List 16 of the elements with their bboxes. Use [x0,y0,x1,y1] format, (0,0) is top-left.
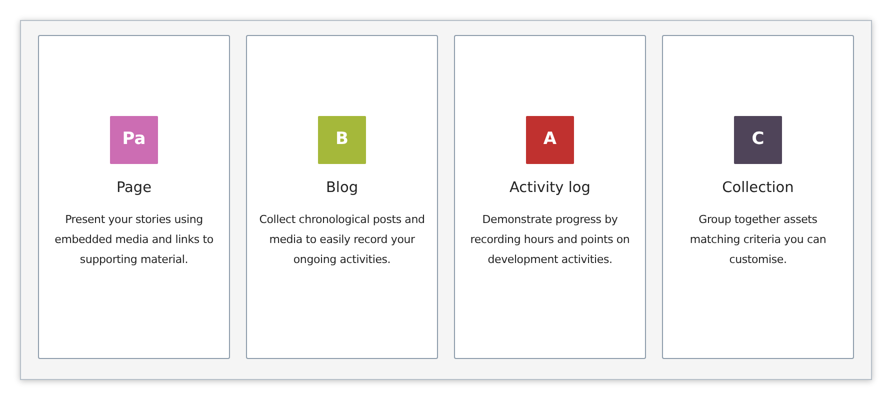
type-card[interactable]: B Blog Collect chronological posts and media to easily record your ongoing activities. [246,35,438,359]
card-title: Collection [722,179,794,198]
type-card[interactable]: Pa Page Present your stories using embedded media and links to supporting material. [38,35,230,359]
card-title: Page [116,179,152,198]
type-icon: B [318,116,366,164]
card-description: Collect chronological posts and media to easily record your ongoing activities. [259,212,425,268]
card-title: Blog [326,179,358,198]
card-title: Activity log [510,179,590,198]
card-description: Group together assets matching criteria you can customise. [688,212,828,268]
card-description: Demonstrate progress by recording hours and points on development activities. [469,212,631,268]
type-icon: A [526,116,574,164]
type-icon: Pa [110,116,158,164]
card-description: Present your stories using embedded media and links to supporting material. [54,212,214,268]
type-card[interactable]: C Collection Group together assets matching criteria you can customise. [662,35,854,359]
type-icon: C [734,116,782,164]
type-card[interactable]: A Activity log Demonstrate progress by recording hours and points on development activities. [454,35,646,359]
